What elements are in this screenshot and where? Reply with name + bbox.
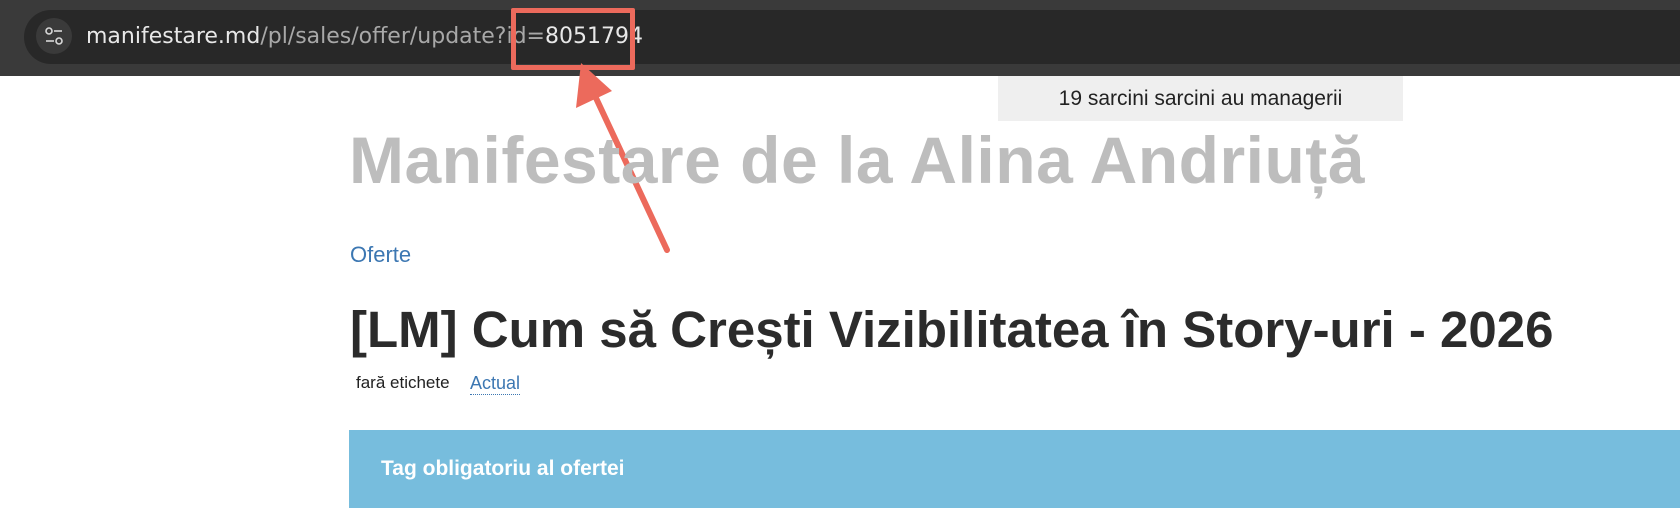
breadcrumb-offers-link[interactable]: Oferte <box>350 241 411 269</box>
panel-title: Tag obligatoriu al ofertei <box>381 457 625 480</box>
screenshot-frame: manifestare.md/pl/sales/offer/update?id=… <box>0 0 1680 514</box>
tags-label: fară etichete <box>356 373 450 392</box>
site-title: Manifestare de la Alina Andriuță <box>349 123 1365 197</box>
tasks-banner[interactable]: 19 sarcini sarcini au managerii <box>998 76 1403 121</box>
url-path: /pl/sales/offer/update?id= <box>260 24 545 49</box>
browser-toolbar: manifestare.md/pl/sales/offer/update?id=… <box>0 0 1680 76</box>
annotation-highlight-box <box>511 8 635 70</box>
status-link[interactable]: Actual <box>470 372 521 395</box>
page-info-tune-icon[interactable] <box>36 18 72 54</box>
tune-glyph <box>45 27 63 45</box>
required-tag-panel: Tag obligatoriu al ofertei <box>349 430 1680 508</box>
url-host: manifestare.md <box>86 24 261 49</box>
offer-title: [LM] Cum să Crești Vizibilitatea în Stor… <box>350 301 1554 358</box>
